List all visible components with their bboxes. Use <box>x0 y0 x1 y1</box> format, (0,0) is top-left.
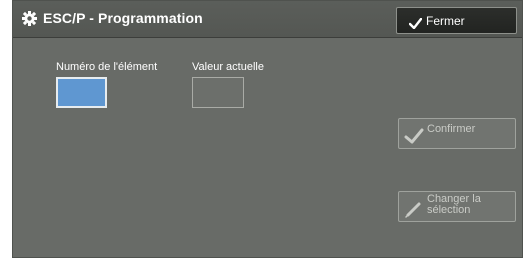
dialog-title: ESC/P - Programmation <box>43 10 203 26</box>
change-selection-button-label: Changer la sélection <box>427 194 481 216</box>
close-button[interactable]: Fermer <box>396 7 517 34</box>
checkmark-icon <box>408 16 423 30</box>
change-selection-button[interactable]: Changer la sélection <box>398 191 516 222</box>
change-selection-line2: sélection <box>427 204 471 216</box>
checkmark-icon <box>404 127 424 145</box>
current-value-field <box>192 77 244 108</box>
current-value-label: Valeur actuelle <box>192 61 264 73</box>
item-number-field[interactable] <box>56 77 107 108</box>
esc-p-programming-dialog: ESC/P - Programmation Fermer Numéro de l… <box>12 0 523 258</box>
confirm-button[interactable]: Confirmer <box>398 118 516 149</box>
title-bar: ESC/P - Programmation Fermer <box>13 1 522 38</box>
close-button-label: Fermer <box>426 14 465 28</box>
gear-icon <box>22 11 37 26</box>
item-number-label: Numéro de l'élément <box>56 61 158 73</box>
pencil-icon <box>404 200 424 218</box>
confirm-button-label: Confirmer <box>427 123 476 135</box>
